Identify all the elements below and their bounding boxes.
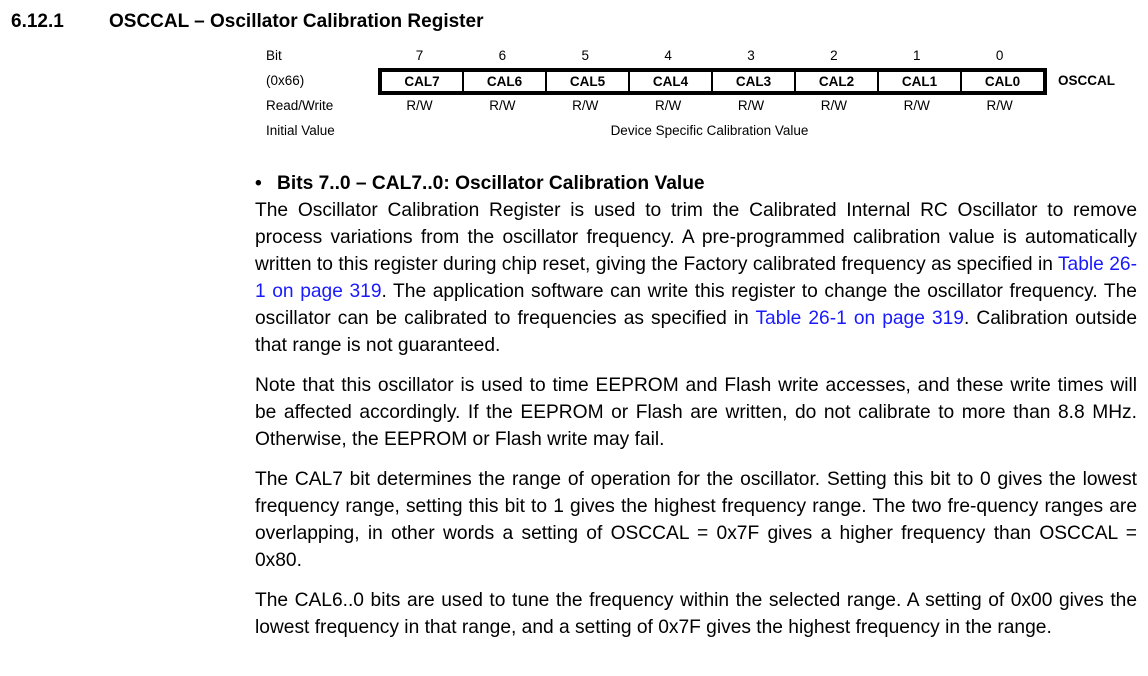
access-value: R/W	[820, 98, 848, 113]
table-26-1-link[interactable]: Table 26-1 on page 319	[755, 308, 964, 329]
bit-number: 6	[498, 48, 507, 63]
bit-label: Bit	[266, 48, 282, 63]
register-box: CAL7 CAL6 CAL5 CAL4 CAL3 CAL2 CAL1 CAL0	[378, 68, 1047, 95]
bullet-title: Bits 7..0 – CAL7..0: Oscillator Calibrat…	[277, 173, 705, 194]
access-value: R/W	[406, 98, 433, 113]
access-value: R/W	[489, 98, 516, 113]
text: The Oscillator Calibration Register is u…	[255, 200, 1137, 275]
field-cell: CAL7	[404, 74, 440, 89]
read-write-label: Read/Write	[266, 98, 334, 113]
bit-number: 4	[664, 48, 672, 63]
paragraph-3: The CAL7 bit determines the range of ope…	[255, 469, 1137, 571]
bit-number: 7	[415, 48, 424, 63]
field-cell: CAL0	[960, 72, 1043, 91]
section-title: OSCCAL – Oscillator Calibration Register	[109, 11, 484, 32]
field-cell: CAL1	[877, 72, 960, 91]
bit-number: 2	[830, 48, 838, 63]
description-body: • Bits 7..0 – CAL7..0: Oscillator Calibra…	[255, 170, 1137, 654]
access-value: R/W	[986, 98, 1013, 113]
bit-number: 0	[995, 48, 1004, 63]
field-cell: CAL2	[794, 72, 877, 91]
access-value: R/W	[572, 98, 599, 113]
initial-value-label: Initial Value	[266, 123, 335, 138]
access-value: R/W	[654, 98, 682, 113]
bullet-heading: • Bits 7..0 – CAL7..0: Oscillator Calibra…	[255, 170, 1137, 197]
access-value: R/W	[737, 98, 765, 113]
paragraph-2: Note that this oscillator is used to tim…	[255, 375, 1137, 450]
register-name: OSCCAL	[1058, 73, 1115, 88]
bit-number: 5	[581, 48, 589, 63]
address-label: (0x66)	[266, 73, 305, 88]
field-cell: CAL3	[711, 72, 794, 91]
bullet-icon: •	[255, 173, 262, 194]
section-number: 6.12.1	[11, 11, 64, 32]
access-value: R/W	[903, 98, 930, 113]
paragraph-1: The Oscillator Calibration Register is u…	[255, 197, 1137, 359]
paragraph-4: The CAL6..0 bits are used to tune the fr…	[255, 590, 1137, 638]
field-cell: CAL4	[628, 72, 711, 91]
bit-number: 1	[913, 48, 921, 63]
field-cell: CAL5	[545, 72, 628, 91]
initial-value: Device Specific Calibration Value	[610, 123, 809, 138]
section-heading: 6.12.1 OSCCAL – Oscillator Calibration Re…	[11, 11, 483, 33]
field-cell: CAL6	[462, 72, 545, 91]
bit-number: 3	[747, 48, 755, 63]
